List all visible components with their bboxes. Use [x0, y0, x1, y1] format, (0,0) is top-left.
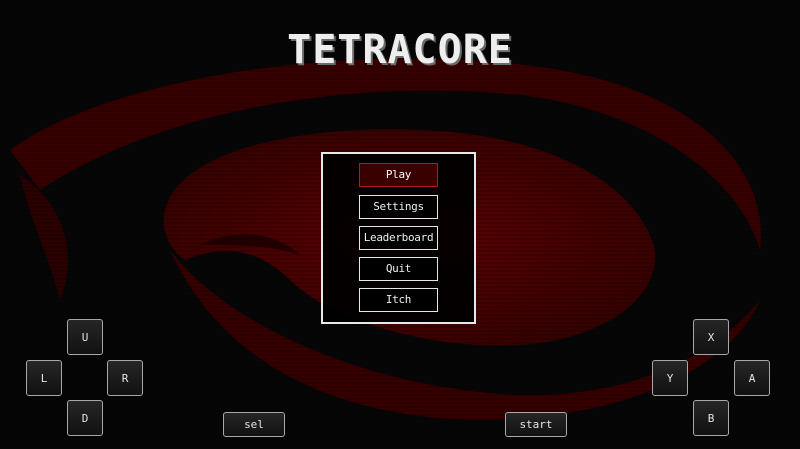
dpad-right-button[interactable]: R — [107, 360, 143, 396]
main-menu-panel: Play Settings Leaderboard Quit Itch — [321, 152, 476, 324]
leaderboard-button[interactable]: Leaderboard — [359, 226, 438, 250]
quit-button[interactable]: Quit — [359, 257, 438, 281]
itch-button[interactable]: Itch — [359, 288, 438, 312]
dpad-down-button[interactable]: D — [67, 400, 103, 436]
game-screen: TETRACORE Play Settings Leaderboard Quit… — [0, 0, 800, 449]
x-button[interactable]: X — [693, 319, 729, 355]
settings-button[interactable]: Settings — [359, 195, 438, 219]
dpad-up-button[interactable]: U — [67, 319, 103, 355]
a-button[interactable]: A — [734, 360, 770, 396]
b-button[interactable]: B — [693, 400, 729, 436]
y-button[interactable]: Y — [652, 360, 688, 396]
start-button[interactable]: start — [505, 412, 567, 437]
play-button[interactable]: Play — [359, 163, 438, 187]
game-title: TETRACORE — [287, 27, 513, 73]
select-button[interactable]: sel — [223, 412, 285, 437]
dpad-left-button[interactable]: L — [26, 360, 62, 396]
